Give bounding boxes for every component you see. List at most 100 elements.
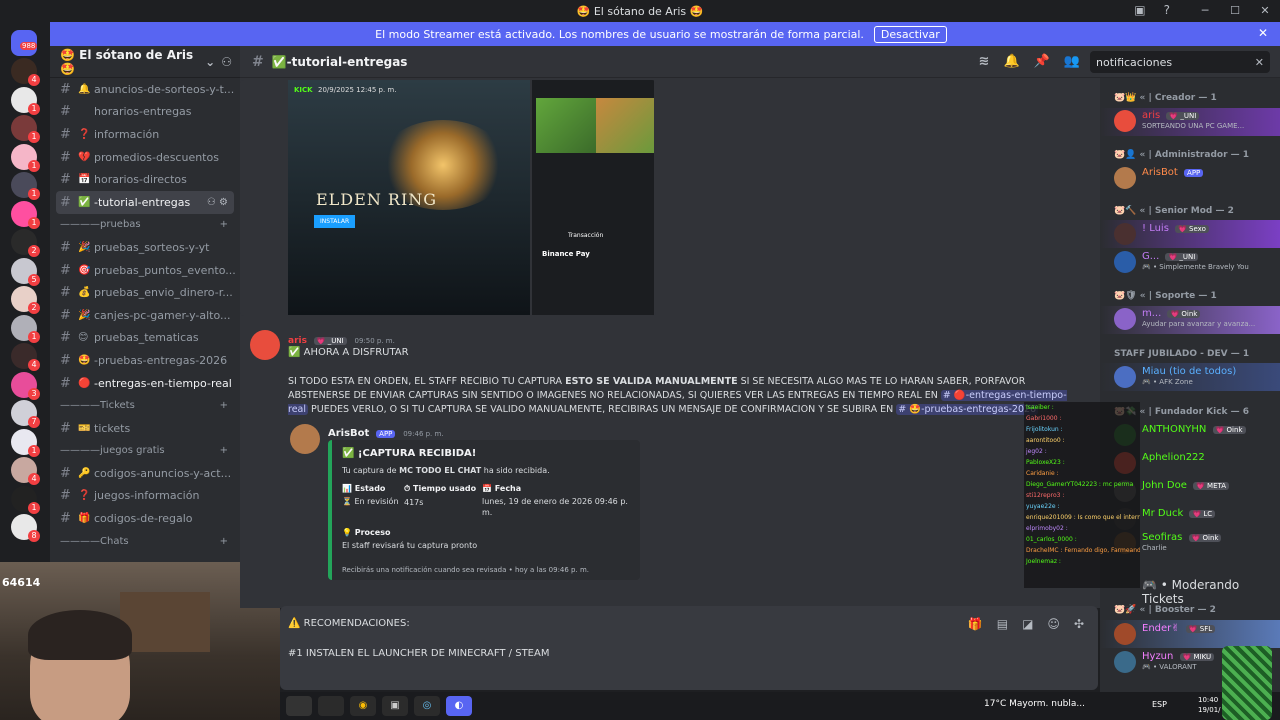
embed-field-fecha: 📅 Fecha lunes, 19 de enero de 2026 09:46… [482, 484, 632, 518]
channel-settings-icon[interactable]: ⚇ ⚙ [207, 197, 228, 208]
add-member-icon[interactable]: ⚇ [221, 55, 232, 69]
channel-label: canjes-pc-gamer-y-alto... [94, 308, 231, 322]
clear-search-icon[interactable]: ✕ [1255, 56, 1264, 69]
discord-taskbar-icon[interactable]: ◐ [446, 696, 472, 716]
channel-item[interactable]: # 🔴 -entregas-en-tiempo-real [50, 372, 240, 395]
steam-icon[interactable]: ◎ [414, 696, 440, 716]
add-channel-icon[interactable]: + [220, 400, 228, 411]
elden-ring-screenshot[interactable]: KICK 20/9/2025 12:45 p. m. ELDEN RING IN… [288, 80, 530, 315]
chrome-icon[interactable]: ◉ [350, 696, 376, 716]
image-attachments[interactable]: KICK 20/9/2025 12:45 p. m. ELDEN RING IN… [240, 80, 656, 316]
channel-category[interactable]: ———— Chats + [50, 530, 240, 553]
close-window-button[interactable]: ✕ [1250, 0, 1280, 22]
hash-icon: # [60, 104, 71, 120]
inbox-icon[interactable]: ▣ [1134, 3, 1145, 17]
channel-header: # ✅-tutorial-entregas ≋ 🔔 📌 👥 ✕ [240, 46, 1280, 78]
channel-item[interactable]: # 🔑 codigos-anuncios-y-act... [50, 462, 240, 485]
avatar [1114, 223, 1136, 245]
minecraft-screenshot[interactable]: Transacción Binance Pay [532, 80, 654, 315]
close-banner-icon[interactable]: ✕ [1258, 26, 1268, 40]
channel-category[interactable]: ———— Tickets + [50, 394, 240, 417]
channel-item[interactable]: # 💰 pruebas_envio_dinero-r... [50, 281, 240, 304]
field-name: 💡 Proceso [342, 528, 391, 537]
member-name: Hyzun [1142, 651, 1174, 662]
channel-item[interactable]: # 🔔 anuncios-de-sorteos-y-t... [50, 78, 240, 101]
channel-item[interactable]: # ❓ información [50, 123, 240, 146]
add-channel-icon[interactable]: + [220, 445, 228, 456]
title-bar: 🤩 El sótano de Aris 🤩 ▣ ? ─ ☐ ✕ [0, 0, 1280, 22]
streamer-mode-banner: El modo Streamer está activado. Los nomb… [42, 22, 1280, 46]
composer-line-2[interactable]: #1 INSTALEN EL LAUNCHER DE MINECRAFT / S… [288, 648, 549, 659]
gif-icon[interactable]: ▤ [997, 617, 1008, 631]
field-name: ⏱ Tiempo usado [404, 484, 477, 493]
hash-icon: # [60, 194, 71, 210]
channel-item[interactable]: # 🎉 canjes-pc-gamer-y-alto... [50, 304, 240, 327]
channel-item[interactable]: # ❓ juegos-información [50, 485, 240, 508]
channel-emoji: 📅 [78, 174, 91, 186]
channel-item[interactable]: # 🎫 tickets [50, 417, 240, 440]
channel-item[interactable]: # ✅ -tutorial-entregas ⚇ ⚙ [56, 190, 234, 214]
channel-item[interactable]: # 🎉 pruebas_sorteos-y-yt [50, 236, 240, 259]
mc-tile-2 [596, 98, 654, 153]
channel-emoji: ❓ [78, 128, 91, 140]
help-icon[interactable]: ? [1164, 3, 1170, 17]
emoji-icon[interactable]: ☺ [1047, 617, 1060, 631]
desc-bold: MC TODO EL CHAT [399, 466, 482, 475]
para-part-d: PUEDES VERLO, O SI TU CAPTURA SE VALIDO … [308, 404, 897, 415]
member-item[interactable]: G... 💗 _UNI 🎮 • Simplemente Bravely You [1114, 251, 1249, 273]
server-badge: 1 [28, 188, 40, 200]
bot-avatar[interactable] [290, 424, 320, 454]
channel-item[interactable]: # 💔 promedios-descuentos [50, 146, 240, 169]
channel-item[interactable]: # 🎁 codigos-de-regalo [50, 507, 240, 530]
avatar[interactable] [250, 330, 280, 360]
embed-title: ✅ ¡CAPTURA RECIBIDA! [342, 448, 477, 459]
server-header[interactable]: 🤩 El sótano de Aris 🤩 ⌄ ⚇ [50, 46, 240, 78]
channel-item[interactable]: # 🎯 pruebas_puntos_evento... [50, 259, 240, 282]
member-name: Ender✌ [1142, 623, 1180, 634]
language-indicator[interactable]: ESP [1152, 700, 1167, 709]
add-channel-icon[interactable]: + [220, 219, 228, 230]
channel-category[interactable]: ———— pruebas + [50, 214, 240, 237]
add-channel-icon[interactable]: + [220, 536, 228, 547]
search-input[interactable] [1096, 55, 1236, 69]
gift-icon[interactable]: 🎁 [968, 617, 983, 631]
members-icon[interactable]: 👥 [1064, 54, 1080, 69]
search-box[interactable]: ✕ [1090, 51, 1270, 73]
minimize-button[interactable]: ─ [1190, 0, 1220, 22]
composer-line-1[interactable]: ⚠️ RECOMENDACIONES: [288, 618, 410, 629]
taskbar-app-icon[interactable] [286, 696, 312, 716]
bell-icon[interactable]: 🔔 [1003, 54, 1019, 69]
sticker-icon[interactable]: ◪ [1022, 617, 1033, 631]
weather-text[interactable]: 17°C Mayorm. nubla... [984, 699, 1085, 709]
channel-item[interactable]: # 🤩 -pruebas-entregas-2026 [50, 349, 240, 372]
author-name[interactable]: aris [288, 336, 307, 346]
member-item[interactable]: ! Luis 💗 Sexo [1114, 223, 1209, 245]
kick-chat-line: Diego_GamerYT042223 : mc perma [1026, 481, 1134, 488]
clock[interactable]: 10:40 19/01/ [1198, 695, 1221, 715]
hash-icon: # [60, 239, 71, 255]
install-button-image: INSTALAR [314, 215, 356, 228]
channel-mention[interactable]: # 🤩-pruebas-entregas-2026 [896, 404, 1039, 415]
member-item[interactable]: ArisBot APP [1114, 167, 1204, 189]
channel-category[interactable]: ———— juegos gratis + [50, 440, 240, 463]
pin-icon[interactable]: 📌 [1034, 54, 1050, 69]
member-item[interactable]: Hyzun 💗 MIKU 🎮 • VALORANT [1114, 651, 1215, 673]
deactivate-button[interactable]: Desactivar [873, 25, 947, 43]
member-item[interactable]: Miau (tio de todos) 🎮 • AFK Zone [1114, 366, 1236, 388]
apps-icon[interactable]: ✣ [1074, 617, 1084, 631]
member-name: Seofiras [1142, 532, 1183, 543]
store-icon[interactable]: ▣ [382, 696, 408, 716]
member-status: Ayudar para avanzar y avanza... [1142, 320, 1256, 328]
member-item[interactable]: m... 💗 Oink Ayudar para avanzar y avanza… [1114, 308, 1255, 330]
taskbar-app-icon[interactable] [318, 696, 344, 716]
channel-item[interactable]: # horarios-entregas [50, 101, 240, 124]
member-item[interactable]: Ender✌ 💗 SFL [1114, 623, 1216, 645]
bot-name[interactable]: ArisBot [328, 428, 369, 439]
message-composer[interactable]: ⚠️ RECOMENDACIONES: #1 INSTALEN EL LAUNC… [280, 606, 1098, 690]
channel-item[interactable]: # 😊 pruebas_tematicas [50, 327, 240, 350]
threads-icon[interactable]: ≋ [979, 54, 990, 69]
server-badge: 1 [28, 330, 40, 343]
member-item[interactable]: aris 💗 _UNI SORTEANDO UNA PC GAME... [1114, 110, 1244, 132]
maximize-button[interactable]: ☐ [1220, 0, 1250, 22]
channel-item[interactable]: # 📅 horarios-directos [50, 168, 240, 191]
